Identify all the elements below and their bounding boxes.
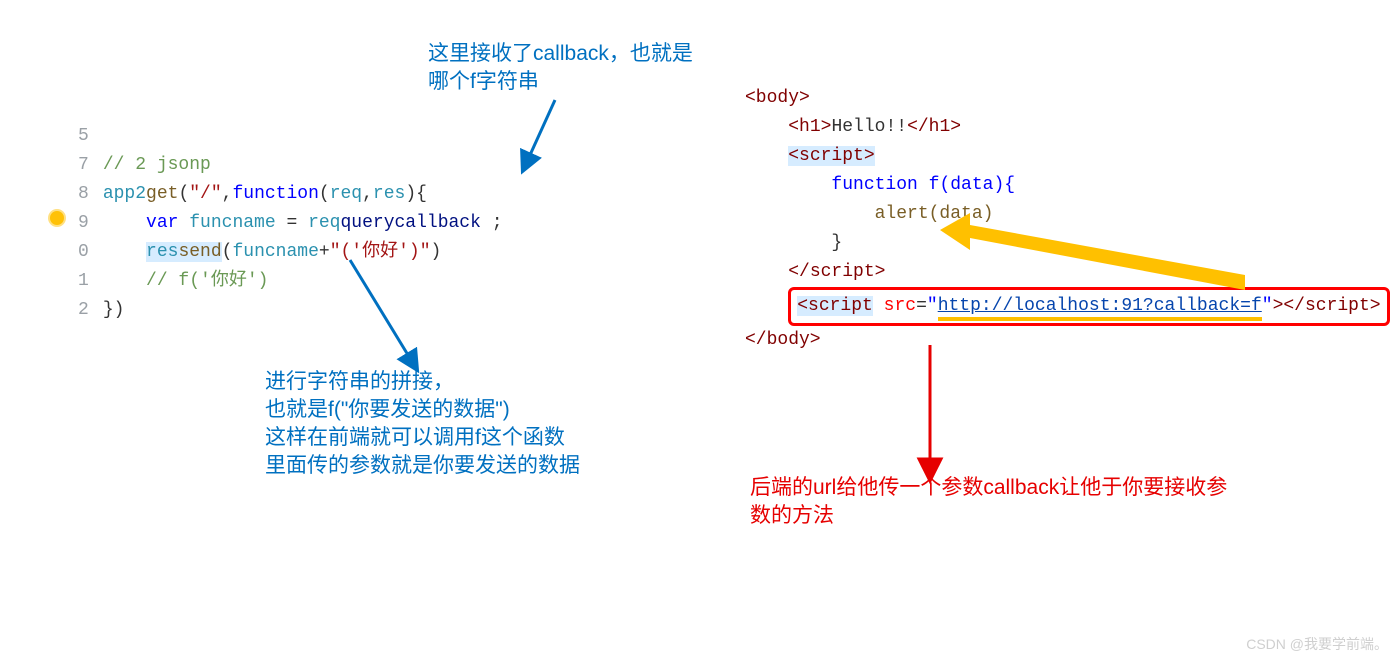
code-line[interactable]: app2get("/",function(req,res){: [103, 180, 503, 209]
comment: // f('你好'): [146, 271, 268, 291]
token: <script>: [788, 146, 874, 166]
token: send: [178, 242, 221, 262]
token: function f(data){: [831, 175, 1015, 195]
code-line[interactable]: ressend(funcname+"('你好')"): [103, 238, 503, 267]
token: (: [222, 242, 233, 262]
token: (: [178, 184, 189, 204]
token: ": [927, 296, 938, 316]
token: }): [103, 300, 125, 320]
code-line[interactable]: // f('你好'): [103, 267, 503, 296]
line-number-gutter: 5 7 8 9 0 1 2: [78, 122, 103, 325]
token: src: [884, 296, 916, 316]
code-line[interactable]: <h1>Hello!!</h1>: [745, 113, 1390, 142]
token: =: [916, 296, 927, 316]
code-line[interactable]: <body>: [745, 84, 1390, 113]
line-number: 9: [78, 209, 89, 238]
token: <h1>: [788, 117, 831, 137]
token: </body>: [745, 330, 821, 350]
token: [873, 296, 884, 316]
token: app2: [103, 184, 146, 204]
lightbulb-icon[interactable]: [50, 211, 64, 225]
line-number: 0: [78, 238, 89, 267]
token: Hello!!: [831, 117, 907, 137]
token: res: [373, 184, 405, 204]
token: function: [232, 184, 318, 204]
annotation-top: 这里接收了callback，也就是 哪个f字符串: [428, 40, 693, 96]
code-line[interactable]: }): [103, 296, 503, 325]
token: ,: [362, 184, 373, 204]
token: var: [146, 213, 178, 233]
arrow-blue-top: [530, 100, 555, 155]
annotation-text: 数的方法: [750, 502, 1310, 530]
token: funcname: [232, 242, 318, 262]
code-line[interactable]: </body>: [745, 326, 1390, 355]
token: req: [308, 213, 340, 233]
code-line[interactable]: // 2 jsonp: [103, 151, 503, 180]
code-line[interactable]: <script src="http://localhost:91?callbac…: [745, 287, 1390, 326]
line-number: 7: [78, 151, 89, 180]
code-left: 5 7 8 9 0 1 2 // 2 jsonp app2get("/",fun…: [78, 122, 503, 325]
token: ": [1262, 296, 1273, 316]
annotation-text: 里面传的参数就是你要发送的数据: [265, 452, 580, 480]
token: +: [319, 242, 330, 262]
token: alert(data): [875, 204, 994, 224]
code-line[interactable]: [103, 122, 503, 151]
annotation-text: 哪个f字符串: [428, 68, 693, 96]
token: query: [340, 213, 394, 233]
annotation-text: 进行字符串的拼接，: [265, 368, 580, 396]
annotation-text: 这样在前端就可以调用f这个函数: [265, 424, 580, 452]
annotation-text: 后端的url给他传一个参数callback让他于你要接收参: [750, 474, 1310, 502]
annotation-left-bottom: 进行字符串的拼接， 也就是f("你要发送的数据") 这样在前端就可以调用f这个函…: [265, 368, 580, 480]
token: "/": [189, 184, 221, 204]
token: </h1>: [907, 117, 961, 137]
code-line[interactable]: alert(data): [745, 200, 1390, 229]
annotation-text: 这里接收了callback，也就是: [428, 40, 693, 68]
code-line[interactable]: function f(data){: [745, 171, 1390, 200]
annotation-right-bottom: 后端的url给他传一个参数callback让他于你要接收参 数的方法: [750, 474, 1310, 530]
line-number: 5: [78, 122, 89, 151]
token: <script: [797, 296, 873, 316]
code-line[interactable]: </script>: [745, 258, 1390, 287]
token: ,: [222, 184, 233, 204]
highlighted-script-tag: <script src="http://localhost:91?callbac…: [788, 287, 1389, 326]
comment: // 2 jsonp: [103, 155, 211, 175]
code-line[interactable]: var funcname = reqquerycallback ;: [103, 209, 503, 238]
token: ;: [481, 213, 503, 233]
token: "('你好')": [330, 242, 431, 262]
code-line[interactable]: }: [745, 229, 1390, 258]
token: <body>: [745, 88, 810, 108]
token: [178, 213, 189, 233]
token: =: [276, 213, 308, 233]
token: ){: [405, 184, 427, 204]
line-number: 1: [78, 267, 89, 296]
token: }: [831, 233, 842, 253]
token: res: [146, 242, 178, 262]
line-number: 2: [78, 296, 89, 325]
token: >: [1273, 296, 1284, 316]
token: funcname: [189, 213, 275, 233]
token: (: [319, 184, 330, 204]
token: ): [431, 242, 442, 262]
url-link[interactable]: http://localhost:91?callback=f: [938, 296, 1262, 321]
watermark: CSDN @我要学前端。: [1246, 634, 1388, 654]
annotation-text: 也就是f("你要发送的数据"): [265, 396, 580, 424]
token: get: [146, 184, 178, 204]
token: req: [330, 184, 362, 204]
token: </script>: [788, 262, 885, 282]
token: callback: [395, 213, 481, 233]
code-right: <body> <h1>Hello!!</h1> <script> functio…: [745, 84, 1390, 355]
code-line[interactable]: <script>: [745, 142, 1390, 171]
line-number: 8: [78, 180, 89, 209]
token: </script>: [1283, 296, 1380, 316]
